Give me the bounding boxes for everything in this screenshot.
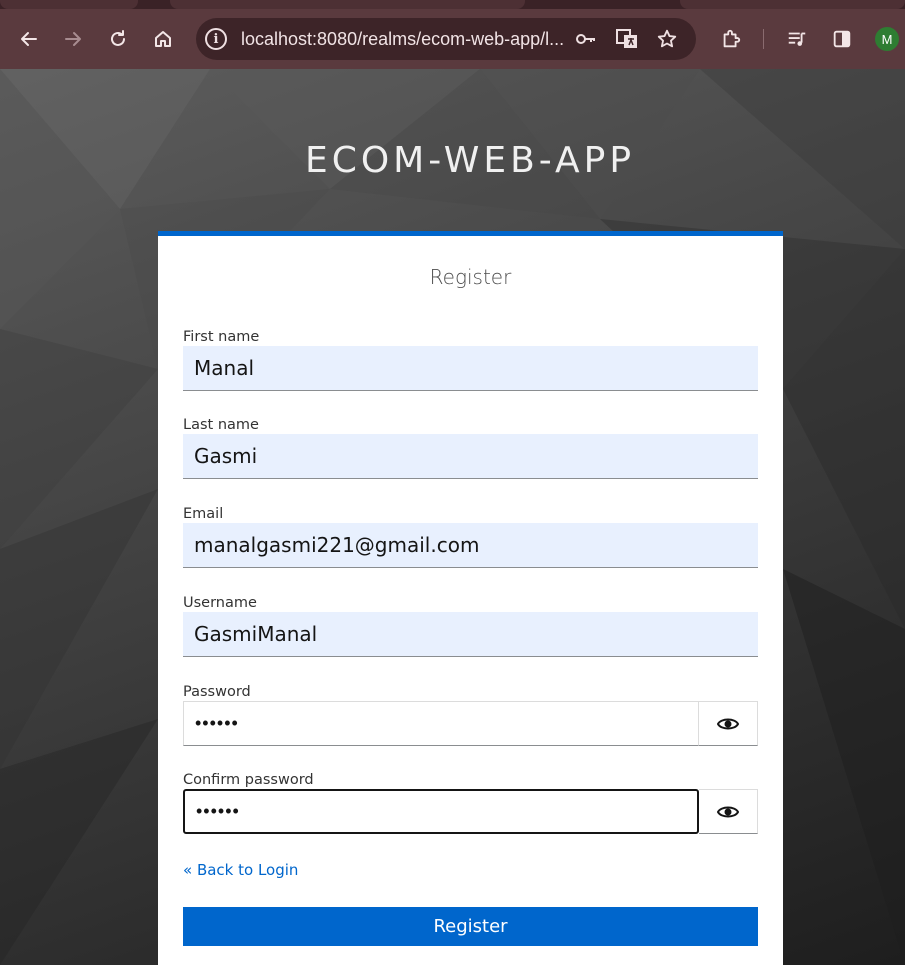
- realm-title: ECOM-WEB-APP: [304, 140, 636, 181]
- form-title: Register: [429, 265, 512, 289]
- back-to-login-link[interactable]: « Back to Login: [183, 861, 298, 879]
- email-label: Email: [183, 506, 224, 522]
- site-info-icon[interactable]: i: [205, 28, 227, 50]
- profile-avatar[interactable]: M: [875, 27, 899, 51]
- register-card: Register First name Manal Last name Gasm…: [158, 231, 783, 965]
- reload-icon[interactable]: [102, 23, 134, 55]
- browser-tab[interactable]: [170, 0, 525, 9]
- forward-arrow-icon[interactable]: [57, 23, 89, 55]
- last-name-label: Last name: [183, 417, 259, 433]
- confirm-password-label: Confirm password: [183, 772, 314, 788]
- browser-tab[interactable]: [0, 0, 138, 9]
- confirm-password-group: ••••••: [183, 789, 758, 834]
- address-bar[interactable]: i localhost:8080/realms/ecom-web-app/l..…: [196, 18, 696, 60]
- show-confirm-password-button[interactable]: [699, 789, 758, 834]
- home-icon[interactable]: [147, 23, 179, 55]
- back-arrow-icon[interactable]: [13, 23, 45, 55]
- password-group: ••••••: [183, 701, 758, 746]
- show-password-button[interactable]: [699, 701, 758, 746]
- register-button[interactable]: Register: [183, 907, 758, 946]
- password-key-icon[interactable]: [574, 27, 598, 51]
- browser-toolbar: i localhost:8080/realms/ecom-web-app/l..…: [0, 9, 905, 69]
- first-name-label: First name: [183, 329, 260, 345]
- address-url[interactable]: localhost:8080/realms/ecom-web-app/l...: [241, 29, 564, 50]
- browser-tab[interactable]: [680, 0, 905, 9]
- email-input[interactable]: manalgasmi221@gmail.com: [183, 523, 758, 568]
- eye-icon: [717, 806, 739, 817]
- password-input[interactable]: ••••••: [183, 701, 699, 746]
- last-name-input[interactable]: Gasmi: [183, 434, 758, 479]
- password-label: Password: [183, 684, 251, 700]
- username-input[interactable]: GasmiManal: [183, 612, 758, 657]
- translate-icon[interactable]: [615, 27, 639, 51]
- first-name-input[interactable]: Manal: [183, 346, 758, 391]
- confirm-password-input[interactable]: ••••••: [183, 789, 699, 834]
- username-label: Username: [183, 595, 257, 611]
- bookmark-star-icon[interactable]: [655, 27, 679, 51]
- toolbar-separator: [763, 29, 764, 49]
- side-panel-icon[interactable]: [826, 23, 858, 55]
- media-queue-icon[interactable]: [781, 23, 813, 55]
- extensions-icon[interactable]: [715, 23, 747, 55]
- eye-icon: [717, 718, 739, 729]
